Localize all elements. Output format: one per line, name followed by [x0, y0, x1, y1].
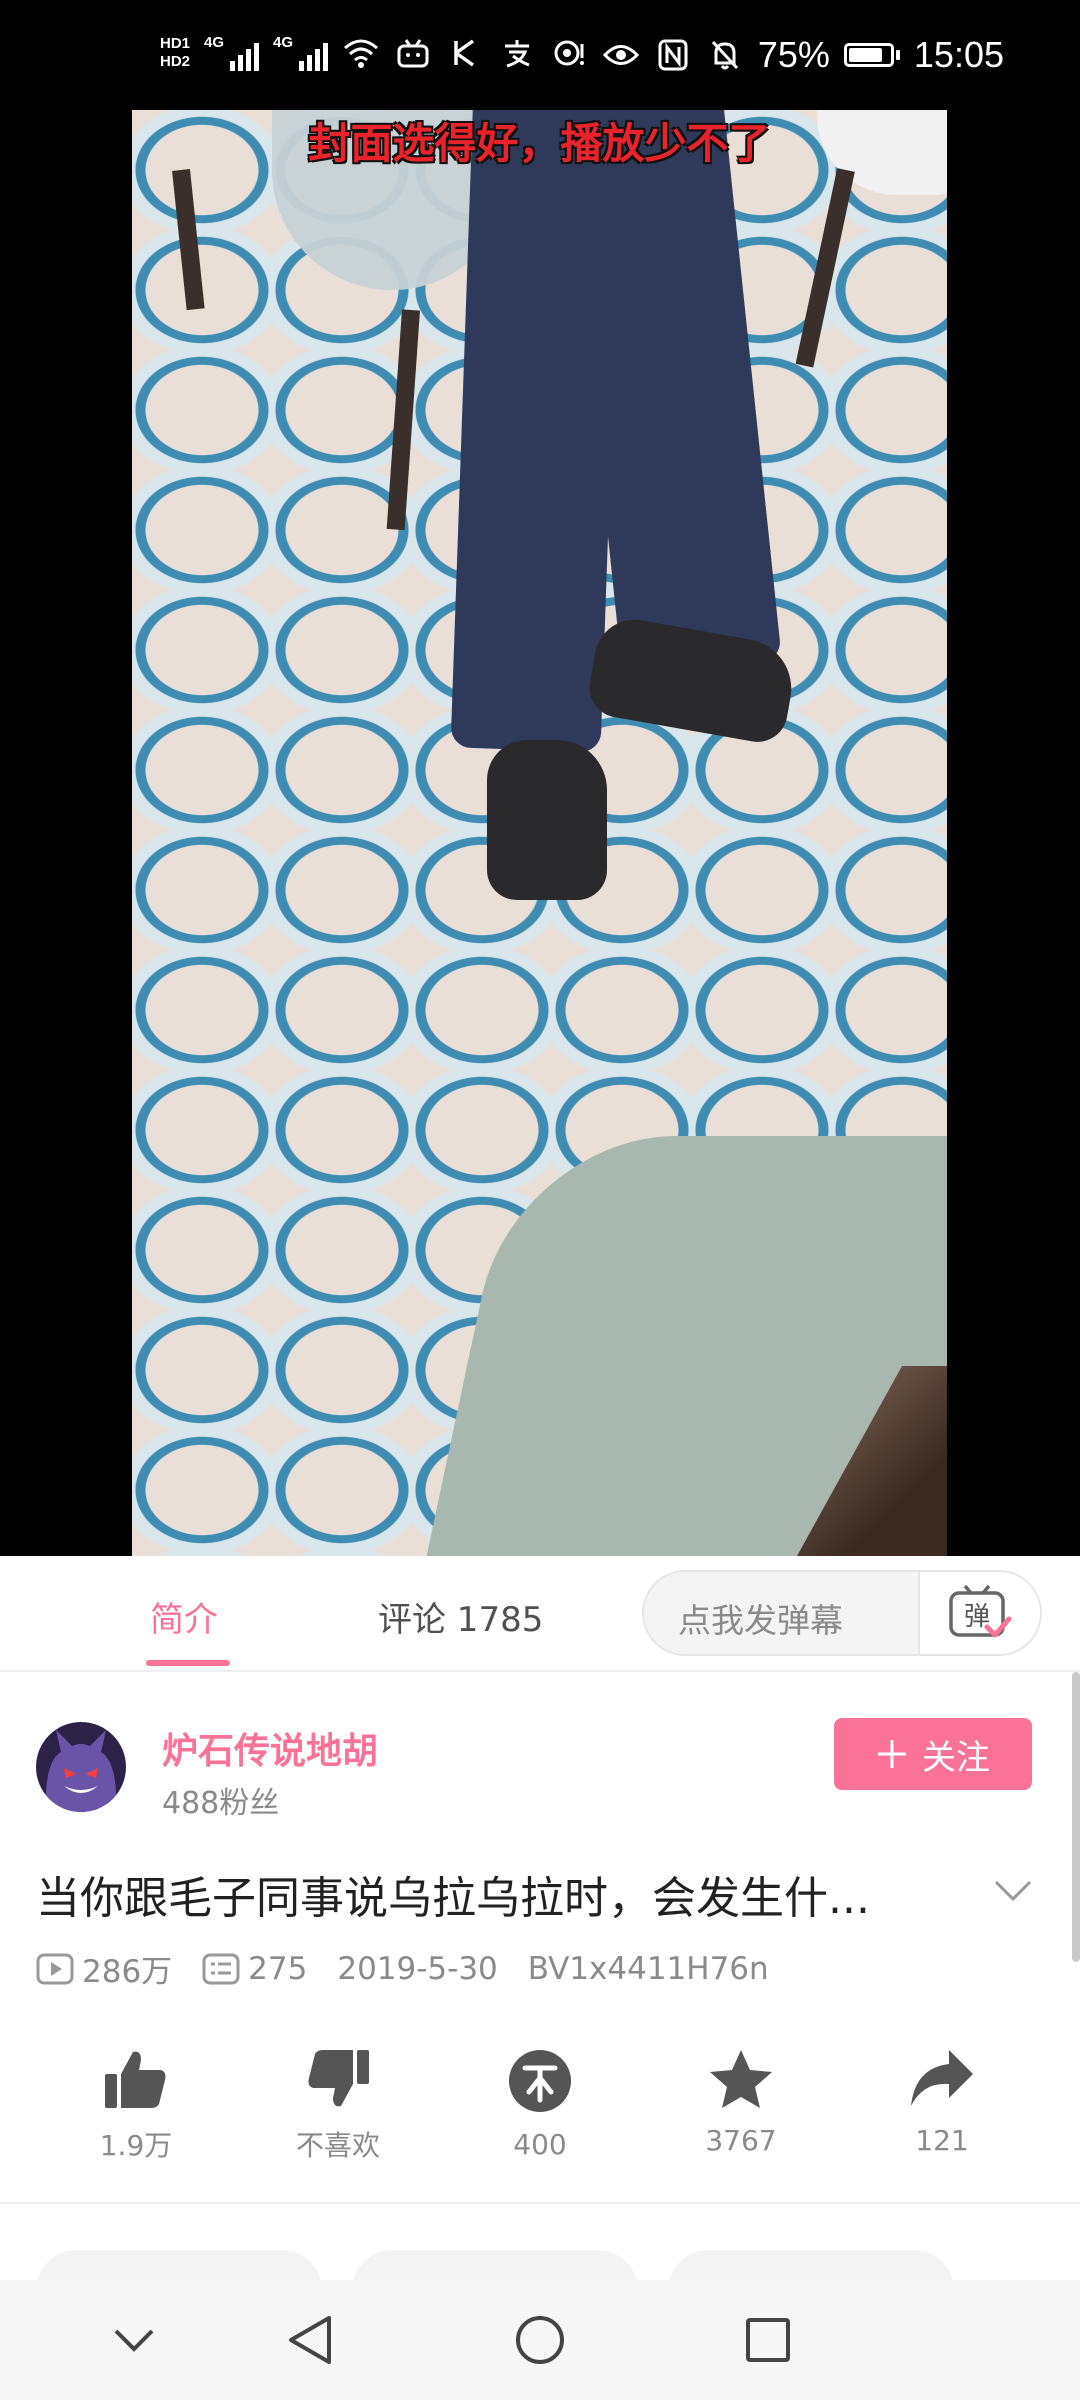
video-subtitle: 封面选得好，播放少不了 — [308, 119, 771, 168]
nav-back-button[interactable] — [280, 2310, 340, 2370]
tab-comments[interactable]: 评论 1785 — [378, 1592, 543, 1641]
video-frame[interactable]: 封面选得好，播放少不了 — [132, 110, 947, 1556]
video-scene-chair-leg — [795, 168, 855, 368]
signal-1-icon — [230, 35, 260, 71]
danmaku-count-icon — [202, 1953, 240, 1984]
bvid: BV1x4411H76n — [527, 1950, 769, 1987]
follow-button[interactable]: 关注 — [834, 1718, 1032, 1790]
alipay-icon — [498, 34, 536, 72]
danmaku-placeholder: 点我发弹幕 — [678, 1601, 843, 1640]
publish-date: 2019-5-30 — [337, 1950, 498, 1987]
like-count: 1.9万 — [99, 2129, 173, 2162]
fans-count: 488粉丝 — [162, 1786, 280, 1821]
danmaku-input[interactable]: 点我发弹幕 弹 — [642, 1570, 1042, 1656]
home-circle-icon — [516, 2316, 564, 2364]
share-button[interactable]: 121 — [842, 2048, 1042, 2157]
hd-indicators: HD1 HD2 — [160, 35, 190, 71]
dislike-button[interactable]: 不喜欢 — [238, 2048, 438, 2164]
plus-icon — [878, 1740, 906, 1768]
back-triangle-icon — [289, 2316, 331, 2364]
tab-intro-underline — [146, 1660, 230, 1666]
k-app-icon — [446, 34, 484, 72]
share-count: 121 — [915, 2124, 969, 2157]
video-title[interactable]: 当你跟毛子同事说乌拉乌拉时，会发生什... — [36, 1862, 936, 1926]
video-scene-chair-leg — [172, 169, 205, 311]
nav-recents-button[interactable] — [738, 2310, 798, 2370]
nav-home-button[interactable] — [510, 2310, 570, 2370]
hd2-label: HD2 — [160, 53, 191, 70]
network-type-1: 4G — [204, 34, 225, 51]
signal-2-icon — [299, 35, 329, 71]
video-scene-shoe-left — [487, 740, 607, 900]
notification-app-icon — [550, 34, 588, 72]
play-count-value: 286万 — [82, 1954, 173, 1990]
network-type-2: 4G — [273, 34, 294, 51]
wifi-icon — [342, 34, 380, 72]
follow-label: 关注 — [922, 1737, 990, 1778]
video-player[interactable]: 封面选得好，播放少不了 — [0, 110, 1080, 1556]
favorite-button[interactable]: 3767 — [641, 2048, 841, 2157]
gengar-avatar-icon — [45, 1730, 117, 1812]
danmaku-toggle-button[interactable]: 弹 — [918, 1572, 1040, 1654]
mute-bell-icon — [706, 36, 744, 74]
nav-hide-button[interactable] — [104, 2310, 164, 2370]
chevron-down-icon — [114, 2329, 154, 2352]
danmaku-icon: 弹 — [949, 1584, 1012, 1638]
chevron-down-icon[interactable] — [990, 1868, 1036, 1914]
system-nav-bar — [0, 2280, 1080, 2400]
hd1-label: HD1 — [160, 35, 191, 52]
coin-count: 400 — [513, 2128, 567, 2161]
play-count-icon — [36, 1953, 74, 1984]
uploader-name[interactable]: 炉石传说地胡 — [162, 1722, 378, 1774]
share-arrow-icon — [911, 2050, 973, 2106]
action-bar: 1.9万 不喜欢 400 3767 121 — [0, 2048, 1080, 2178]
battery-icon — [843, 43, 900, 67]
video-scene-chair-leg — [386, 309, 420, 531]
clock: 15:05 — [913, 34, 1004, 75]
divider — [0, 2202, 1080, 2204]
battery-percent: 75% — [757, 34, 830, 75]
favorite-count: 3767 — [705, 2124, 777, 2157]
thumbs-up-icon — [105, 2051, 166, 2108]
tab-bar: 简介 评论 1785 点我发弹幕 弹 — [0, 1556, 1080, 1672]
play-count: 286万 — [36, 1946, 172, 1991]
recents-square-icon — [746, 2318, 790, 2362]
star-icon — [710, 2050, 772, 2108]
tab-intro[interactable]: 简介 — [150, 1592, 218, 1641]
thumbs-down-icon — [308, 2050, 369, 2107]
danmaku-count-value: 275 — [248, 1950, 308, 1987]
status-bar: HD1 HD2 4G 4G 75% 15:05 — [0, 0, 1080, 110]
nfc-icon — [654, 36, 692, 74]
scrollbar[interactable] — [1072, 1672, 1080, 1962]
coin-icon — [509, 2050, 571, 2112]
eye-comfort-icon — [602, 36, 640, 74]
video-meta: 286万 275 2019-5-30 BV1x4411H76n — [36, 1946, 799, 1991]
bilibili-tv-icon — [394, 34, 432, 72]
coin-button[interactable]: 400 — [440, 2048, 640, 2161]
dislike-label: 不喜欢 — [295, 2129, 380, 2162]
avatar[interactable] — [36, 1722, 126, 1812]
danmaku-count: 275 — [202, 1951, 307, 1987]
like-button[interactable]: 1.9万 — [36, 2048, 236, 2164]
